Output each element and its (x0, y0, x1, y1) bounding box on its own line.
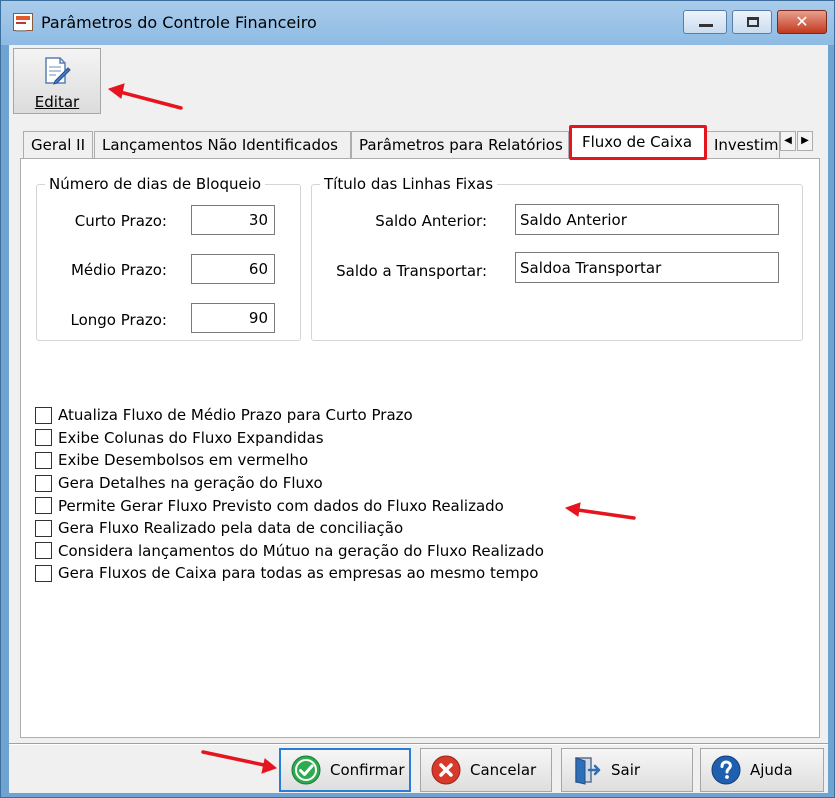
edit-button[interactable]: Editar (13, 48, 101, 114)
medium-term-label: Médio Prazo: (70, 261, 167, 279)
carry-balance-label: Saldo a Transportar: (336, 262, 487, 280)
window-title: Parâmetros do Controle Financeiro (41, 13, 317, 32)
maximize-icon (747, 17, 759, 27)
long-term-label: Longo Prazo: (70, 311, 168, 329)
help-label: Ajuda (750, 761, 793, 779)
checkbox[interactable] (35, 451, 52, 469)
option-label: Permite Gerar Fluxo Previsto com dados d… (58, 496, 504, 515)
exit-button[interactable]: Sair (561, 748, 693, 792)
blocking-days-title: Número de dias de Bloqueio (45, 175, 266, 193)
checkbox[interactable] (35, 474, 52, 492)
option-label: Considera lançamentos do Mútuo na geraçã… (58, 541, 544, 560)
option-label: Gera Fluxo Realizado pela data de concil… (58, 519, 404, 538)
option-label: Exibe Desembolsos em vermelho (58, 451, 309, 470)
tab-fluxo-de-caixa[interactable]: Fluxo de Caixa (569, 125, 707, 160)
option-row[interactable]: Considera lançamentos do Mútuo na geraçã… (35, 540, 544, 563)
maximize-button[interactable] (732, 10, 772, 34)
fixed-lines-group: Título das Linhas Fixas Saldo Anterior: … (311, 175, 803, 341)
option-row[interactable]: Exibe Colunas do Fluxo Expandidas (35, 427, 544, 450)
option-row[interactable]: Gera Detalhes na geração do Fluxo (35, 472, 544, 495)
fixed-lines-title: Título das Linhas Fixas (320, 175, 498, 193)
confirm-label: Confirmar (330, 761, 405, 779)
option-row[interactable]: Gera Fluxos de Caixa para todas as empre… (35, 562, 544, 585)
long-term-input[interactable] (191, 303, 275, 333)
app-icon (13, 13, 33, 32)
close-icon: ✕ (795, 12, 809, 31)
tab-parametros-relatorios[interactable]: Parâmetros para Relatórios (351, 131, 569, 159)
option-label: Exibe Colunas do Fluxo Expandidas (58, 428, 324, 447)
help-question-icon (711, 755, 741, 785)
edit-label-text: Editar (34, 93, 80, 111)
short-term-input[interactable] (191, 205, 275, 235)
dialog-client-area: Editar Geral II Lançamentos Não Identifi… (9, 45, 828, 793)
check-circle-icon (291, 755, 321, 785)
exit-door-icon (575, 757, 601, 785)
checkbox[interactable] (35, 542, 52, 560)
tab-lancamentos-nao-identificados[interactable]: Lançamentos Não Identificados (94, 131, 351, 159)
tab-scroll-left-button[interactable]: ◀ (780, 131, 796, 151)
cancel-button[interactable]: Cancelar (420, 748, 552, 792)
option-row[interactable]: Permite Gerar Fluxo Previsto com dados d… (35, 494, 544, 517)
cancel-label: Cancelar (470, 761, 537, 779)
help-button[interactable]: Ajuda (700, 748, 824, 792)
short-term-label: Curto Prazo: (74, 212, 167, 230)
minimize-icon (699, 24, 713, 27)
checkbox[interactable] (35, 564, 52, 582)
checkbox[interactable] (35, 429, 52, 447)
checkbox[interactable] (35, 406, 52, 424)
option-label: Gera Fluxos de Caixa para todas as empre… (58, 564, 539, 583)
option-label: Gera Detalhes na geração do Fluxo (58, 474, 323, 493)
cancel-x-icon (431, 755, 461, 785)
previous-balance-label: Saldo Anterior: (375, 212, 487, 230)
arrow-right-icon: ▶ (801, 135, 809, 146)
option-row[interactable]: Exibe Desembolsos em vermelho (35, 449, 544, 472)
minimize-button[interactable] (683, 10, 727, 34)
tab-investim[interactable]: Investim (706, 131, 780, 159)
bottom-divider (9, 743, 828, 745)
edit-document-icon (45, 57, 71, 85)
tab-scroll-right-button[interactable]: ▶ (797, 131, 813, 151)
tab-geral-ii[interactable]: Geral II (23, 131, 93, 159)
exit-label: Sair (611, 761, 641, 779)
option-label: Atualiza Fluxo de Médio Prazo para Curto… (58, 406, 413, 425)
option-row[interactable]: Gera Fluxo Realizado pela data de concil… (35, 517, 544, 540)
checkbox[interactable] (35, 519, 52, 537)
confirm-button[interactable]: Confirmar (279, 748, 411, 792)
carry-balance-input[interactable] (515, 252, 779, 283)
edit-button-label: Editar (14, 93, 100, 111)
blocking-days-group: Número de dias de Bloqueio Curto Prazo: … (36, 175, 301, 341)
tab-panel-fluxo-de-caixa: Número de dias de Bloqueio Curto Prazo: … (20, 158, 820, 738)
dialog-window: Parâmetros do Controle Financeiro ✕ Edit… (0, 0, 835, 798)
previous-balance-input[interactable] (515, 204, 779, 235)
option-row[interactable]: Atualiza Fluxo de Médio Prazo para Curto… (35, 404, 544, 427)
medium-term-input[interactable] (191, 254, 275, 284)
arrow-left-icon: ◀ (784, 135, 792, 146)
checkbox[interactable] (35, 497, 52, 515)
close-button[interactable]: ✕ (777, 10, 827, 34)
title-bar[interactable]: Parâmetros do Controle Financeiro ✕ (1, 1, 834, 45)
options-list: Atualiza Fluxo de Médio Prazo para Curto… (35, 404, 544, 585)
tab-strip: Geral II Lançamentos Não Identificados P… (16, 125, 821, 161)
